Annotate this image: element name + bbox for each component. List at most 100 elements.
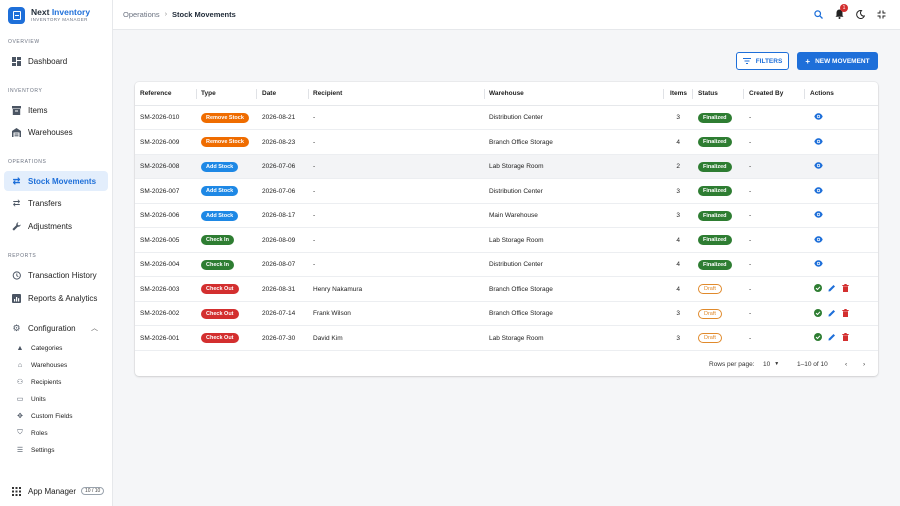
cell-date: 2026-07-06 [262,163,296,171]
plus-icon: + [805,56,811,66]
history-icon [12,270,21,280]
ruler-icon: ▭ [16,396,24,403]
cell-reference: SM-2026-004 [140,261,180,269]
edit-icon[interactable] [828,309,836,319]
sidebar-item-configuration[interactable]: ⚙ Configuration ︿ [4,318,108,338]
view-icon[interactable] [814,113,823,122]
bell-icon[interactable]: 1 [834,4,848,20]
cell-items: 4 [676,138,680,146]
cell-status: Finalized [698,155,732,178]
delete-icon[interactable] [842,284,849,294]
cell-status: Finalized [698,131,732,154]
sidebar-item-transfers[interactable]: ⇄ Transfers [4,193,108,213]
sidebar-item-transaction-history[interactable]: Transaction History [4,265,108,285]
config-item-categories[interactable]: ▲ Categories [16,341,63,355]
table-row[interactable]: SM-2026-005 Check In 2026-08-09 - Lab St… [135,229,878,253]
next-page-icon[interactable]: › [863,352,865,376]
delete-icon[interactable] [842,333,849,343]
view-icon[interactable] [814,211,823,220]
sidebar-item-warehouses[interactable]: Warehouses [4,122,108,142]
cell-type: Add Stock [201,204,239,227]
cell-actions [814,180,829,203]
type-badge: Check Out [201,308,239,319]
view-icon[interactable] [814,137,823,147]
view-icon[interactable] [814,186,823,196]
sidebar-item-label: Reports & Analytics [28,293,98,303]
type-badge: Check Out [201,284,239,295]
prev-page-icon[interactable]: ‹ [845,352,847,376]
transfer-icon: ⇄ [12,197,21,208]
cell-items: 3 [676,187,680,195]
table-row[interactable]: SM-2026-010 Remove Stock 2026-08-21 - Di… [135,106,878,131]
fullscreen-icon[interactable] [876,8,886,20]
sidebar-item-app-manager[interactable]: App Manager 10 / 10 [4,481,108,501]
view-icon[interactable] [814,162,823,171]
table-row[interactable]: SM-2026-001 Check Out 2026-07-30 David K… [135,327,878,351]
table-row[interactable]: SM-2026-008 Add Stock 2026-07-06 - Lab S… [135,155,878,180]
col-recipient[interactable]: Recipient [313,82,342,105]
col-items[interactable]: Items [668,82,687,105]
config-item-roles[interactable]: ⛉ Roles [16,426,47,440]
sidebar: Next Inventory INVENTORY MANAGER OVERVIE… [0,0,113,506]
status-badge: Draft [698,308,722,319]
finalize-icon[interactable] [814,284,822,294]
cell-actions [814,204,829,227]
sidebar-item-items[interactable]: Items [4,100,108,120]
config-item-settings[interactable]: ☰ Settings [16,443,55,457]
config-item-recipients[interactable]: ⚇ Recipients [16,375,62,389]
sidebar-item-label: Transfers [28,198,62,208]
view-icon[interactable] [814,235,823,245]
cell-created-by: - [749,138,752,146]
table-row[interactable]: SM-2026-007 Add Stock 2026-07-06 - Distr… [135,180,878,204]
col-warehouse[interactable]: Warehouse [489,82,524,105]
sidebar-item-reports-analytics[interactable]: Reports & Analytics [4,288,108,308]
dark-mode-icon[interactable] [855,8,865,20]
brand[interactable]: Next Inventory INVENTORY MANAGER [0,0,112,30]
section-inventory: INVENTORY [8,88,43,94]
dashboard-icon [12,56,21,66]
cell-status: Draft [698,302,722,325]
finalize-icon[interactable] [814,308,822,319]
col-created-by[interactable]: Created By [749,82,783,105]
cell-reference: SM-2026-002 [140,310,180,318]
cell-type: Remove Stock [201,106,249,129]
sidebar-item-adjustments[interactable]: Adjustments [4,216,108,236]
cell-actions [814,155,829,178]
breadcrumb-parent[interactable]: Operations [123,10,160,19]
table-row[interactable]: SM-2026-002 Check Out 2026-07-14 Frank W… [135,302,878,327]
edit-icon[interactable] [828,333,836,343]
search-icon[interactable] [813,8,823,20]
table-row[interactable]: SM-2026-009 Remove Stock 2026-08-23 - Br… [135,131,878,155]
notification-badge: 1 [840,4,848,12]
config-item-custom-fields[interactable]: ✥ Custom Fields [16,409,72,423]
cell-date: 2026-07-14 [262,310,296,318]
config-item-warehouses[interactable]: ⌂ Warehouses [16,358,67,372]
col-type[interactable]: Type [201,82,216,105]
table-row[interactable]: SM-2026-003 Check Out 2026-08-31 Henry N… [135,278,878,302]
new-movement-button[interactable]: + NEW MOVEMENT [797,52,878,70]
cell-created-by: - [749,114,752,122]
delete-icon[interactable] [842,308,849,319]
rows-per-page-select[interactable]: 10 ▼ [763,352,779,376]
cell-type: Check Out [201,302,239,325]
sidebar-item-label: Adjustments [28,221,73,231]
cell-date: 2026-08-21 [262,114,296,122]
cell-actions [814,131,829,154]
edit-icon[interactable] [828,284,836,294]
config-item-units[interactable]: ▭ Units [16,392,46,406]
sidebar-item-label: Items [28,105,48,115]
view-icon[interactable] [814,260,823,269]
sidebar-item-stock-movements[interactable]: ⇄ Stock Movements [4,171,108,191]
cell-items: 3 [676,310,680,318]
sidebar-item-dashboard[interactable]: Dashboard [4,51,108,71]
col-reference[interactable]: Reference [140,82,171,105]
table-row[interactable]: SM-2026-006 Add Stock 2026-08-17 - Main … [135,204,878,229]
col-date[interactable]: Date [262,82,276,105]
col-status[interactable]: Status [698,82,718,105]
filters-button[interactable]: FILTERS [736,52,789,70]
table-row[interactable]: SM-2026-004 Check In 2026-08-07 - Distri… [135,253,878,278]
finalize-icon[interactable] [814,333,822,343]
cell-recipient: David Kim [313,334,343,342]
app-count-badge: 10 / 10 [81,487,105,495]
cell-status: Draft [698,327,722,350]
